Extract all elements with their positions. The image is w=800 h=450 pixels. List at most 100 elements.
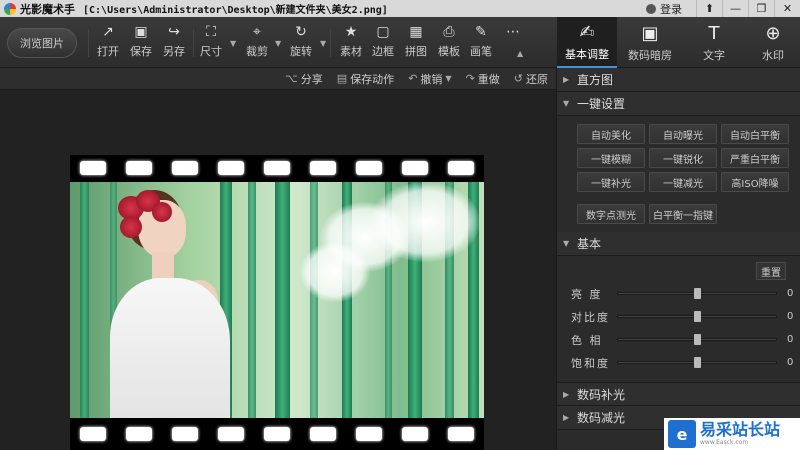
photo-with-film-frame[interactable]: [70, 155, 484, 450]
resize-dropdown-icon[interactable]: ▼: [230, 39, 236, 48]
slider-thumb[interactable]: [694, 357, 701, 368]
save-button[interactable]: ▣ 保存: [123, 23, 159, 63]
contrast-slider[interactable]: [617, 311, 777, 322]
rotate-button[interactable]: ↻ 旋转: [283, 23, 319, 63]
watermark-title: 易采站长站: [700, 420, 781, 439]
restore-button[interactable]: ↺ 还原: [514, 71, 548, 87]
slider-thumb[interactable]: [694, 334, 701, 345]
template-label: 模板: [438, 45, 460, 58]
title-bar: 光影魔术手 [C:\Users\Administrator\Desktop\新建…: [0, 0, 800, 17]
undo-dropdown-icon[interactable]: ▼: [445, 74, 451, 83]
basic-section[interactable]: ▼ 基本: [557, 232, 800, 256]
rotate-dropdown-icon[interactable]: ▼: [320, 39, 326, 48]
tab-text[interactable]: T 文字: [684, 17, 744, 68]
collapse-icon: ▼: [563, 99, 570, 108]
auto-beautify-button[interactable]: 自动美化: [577, 124, 645, 144]
hue-label: 色 相: [571, 333, 603, 347]
one-click-blur-button[interactable]: 一键模糊: [577, 148, 645, 168]
collage-icon: ▦: [409, 24, 423, 40]
tab-digital-darkroom-label: 数码暗房: [628, 48, 672, 62]
undo-icon: ↶: [408, 72, 418, 85]
login-button[interactable]: 登录: [640, 0, 696, 17]
share-button[interactable]: ⌥ 分享: [285, 71, 323, 87]
histogram-section[interactable]: ▶ 直方图: [557, 68, 800, 92]
spot-metering-button[interactable]: 数字点测光: [577, 204, 645, 224]
save-as-icon: ↪: [168, 24, 180, 40]
metering-buttons: 数字点测光 白平衡一指键: [557, 192, 800, 232]
tab-digital-darkroom[interactable]: ▣ 数码暗房: [620, 17, 680, 68]
watermark-icon: ⊕: [765, 23, 781, 44]
slider-thumb[interactable]: [694, 311, 701, 322]
expand-icon: ▶: [563, 413, 570, 422]
more-icon: ⋯: [506, 24, 520, 40]
save-icon: ▣: [134, 24, 148, 40]
one-click-section[interactable]: ▼ 一键设置: [557, 92, 800, 116]
tab-watermark[interactable]: ⊕ 水印: [746, 17, 800, 68]
high-iso-denoise-button[interactable]: 高ISO降噪: [721, 172, 789, 192]
saturation-slider[interactable]: [617, 357, 777, 368]
tab-basic-adjust-label: 基本调整: [565, 47, 609, 61]
undo-button[interactable]: ↶ 撤销 ▼: [408, 71, 451, 87]
more-tools-button[interactable]: ⋯: [495, 23, 531, 63]
contrast-value: 0: [787, 311, 794, 322]
tab-basic-adjust[interactable]: ✍ 基本调整: [557, 17, 617, 68]
saturation-slider-row: 饱和度 0: [557, 351, 800, 374]
crop-icon: ⌖: [253, 24, 261, 40]
collage-button[interactable]: ▦ 拼图: [398, 23, 434, 63]
hue-slider[interactable]: [617, 334, 777, 345]
brightness-slider[interactable]: [617, 288, 777, 299]
one-click-reduce-light-button[interactable]: 一键减光: [649, 172, 717, 192]
rotate-label: 旋转: [290, 45, 312, 58]
template-button[interactable]: ⎙ 模板: [431, 23, 467, 63]
adjust-panel: ▶ 直方图 ▼ 一键设置 自动美化 自动曝光 自动白平衡 一键模糊 一键锐化 严重白…: [556, 68, 800, 450]
crop-dropdown-icon[interactable]: ▼: [275, 39, 281, 48]
reset-button[interactable]: 重置: [756, 262, 786, 280]
save-action-button[interactable]: ▤ 保存动作: [337, 71, 394, 87]
brightness-value: 0: [787, 288, 794, 299]
resize-icon: ⛶: [206, 24, 216, 40]
open-label: 打开: [97, 45, 119, 58]
save-label: 保存: [130, 45, 152, 58]
app-logo-icon: [4, 2, 16, 15]
strong-white-balance-button[interactable]: 严重白平衡: [721, 148, 789, 168]
film-holes-bottom: [70, 421, 484, 447]
share-icon: ⌥: [285, 72, 298, 85]
digital-fill-section[interactable]: ▶ 数码补光: [557, 382, 800, 406]
text-icon: T: [708, 23, 720, 44]
one-click-buttons: 自动美化 自动曝光 自动白平衡 一键模糊 一键锐化 严重白平衡 一键补光 一键减…: [557, 116, 800, 192]
camera-icon: ▣: [641, 23, 659, 44]
save-as-button[interactable]: ↪ 另存: [156, 23, 192, 63]
material-button[interactable]: ★ 素材: [333, 23, 369, 63]
more-dropdown-icon[interactable]: ▲: [517, 49, 523, 58]
resize-button[interactable]: ⛶ 尺寸: [193, 23, 229, 63]
open-button[interactable]: ↗ 打开: [90, 23, 126, 63]
redo-button[interactable]: ↷ 重做: [466, 71, 500, 87]
digital-fill-label: 数码补光: [577, 387, 626, 402]
film-holes-top: [70, 155, 484, 181]
minimize-button[interactable]: —: [722, 0, 748, 17]
saturation-label: 饱和度: [571, 356, 610, 370]
hue-slider-row: 色 相 0: [557, 328, 800, 351]
one-click-fill-light-button[interactable]: 一键补光: [577, 172, 645, 192]
brightness-label: 亮 度: [571, 287, 603, 301]
redo-label: 重做: [477, 72, 500, 86]
auto-white-balance-button[interactable]: 自动白平衡: [721, 124, 789, 144]
open-icon: ↗: [102, 24, 114, 40]
maximize-button[interactable]: ❐: [748, 0, 774, 17]
adjust-icon: ✍: [579, 22, 595, 43]
crop-button[interactable]: ⌖ 裁剪: [239, 23, 275, 63]
close-button[interactable]: ✕: [774, 0, 800, 17]
white-balance-picker-button[interactable]: 白平衡一指键: [649, 204, 717, 224]
woman-figure: [90, 190, 240, 418]
upgrade-button[interactable]: ⬆: [696, 0, 722, 17]
one-click-label: 一键设置: [577, 97, 626, 111]
browse-images-button[interactable]: 浏览图片: [7, 28, 77, 58]
one-click-sharpen-button[interactable]: 一键锐化: [649, 148, 717, 168]
file-path: [C:\Users\Administrator\Desktop\新建文件夹\美女…: [83, 5, 388, 16]
saturation-value: 0: [787, 357, 794, 368]
brush-button[interactable]: ✎ 画笔: [463, 23, 499, 63]
border-button[interactable]: ▢ 边框: [365, 23, 401, 63]
slider-thumb[interactable]: [694, 288, 701, 299]
watermark-url: www.Easck.com: [700, 439, 749, 446]
auto-exposure-button[interactable]: 自动曝光: [649, 124, 717, 144]
